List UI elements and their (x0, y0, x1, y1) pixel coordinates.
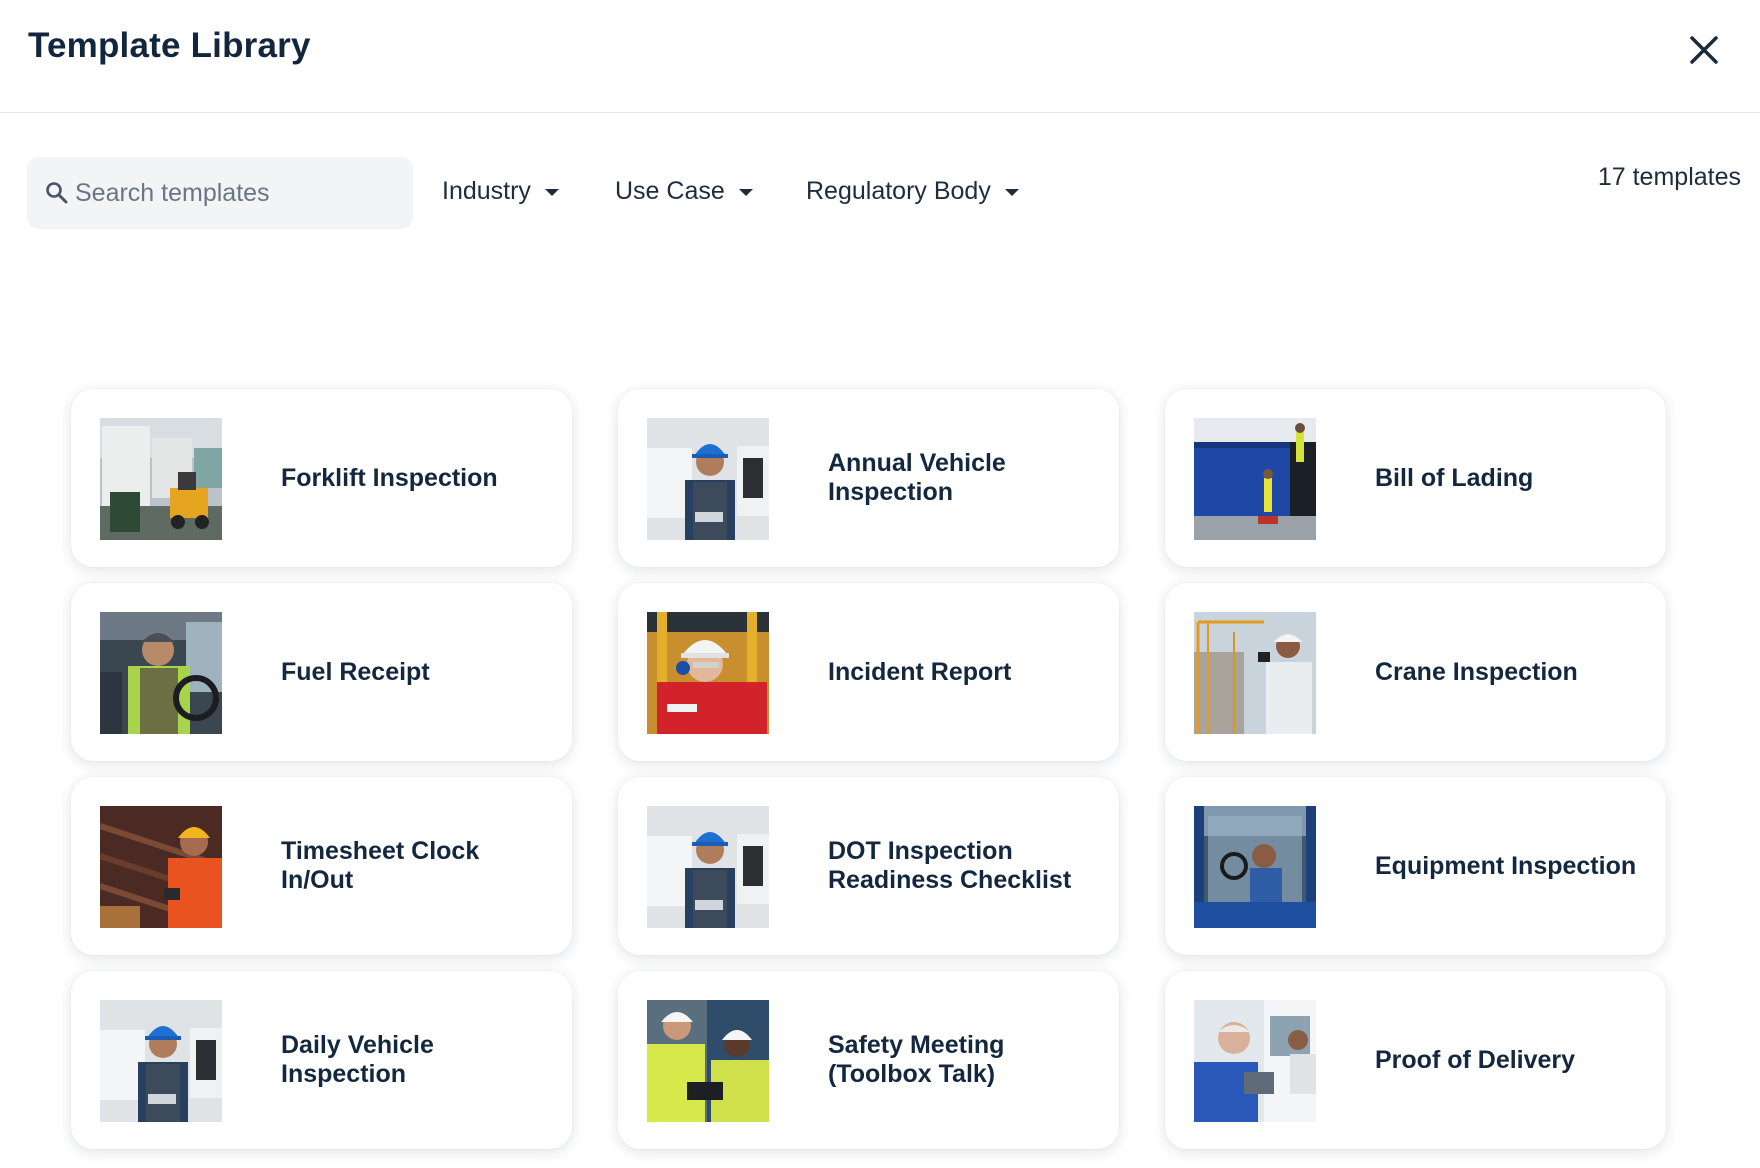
template-grid: Forklift Inspection Annual Vehicle Inspe… (0, 0, 1760, 1168)
forklift-photo (100, 418, 222, 540)
template-title: DOT Inspection Readiness Checklist (828, 837, 1072, 894)
safety-meeting-photo (647, 1000, 769, 1122)
truck-driver-photo (100, 612, 222, 734)
template-card[interactable]: Fuel Receipt (71, 583, 572, 761)
template-card[interactable]: Daily Vehicle Inspection (71, 971, 572, 1149)
worker-hardhat-tablet-photo (647, 806, 769, 928)
worker-orange-photo (100, 806, 222, 928)
template-card[interactable]: Proof of Delivery (1165, 971, 1666, 1149)
crane-site-photo (1194, 612, 1316, 734)
tractor-cab-photo (1194, 806, 1316, 928)
template-title: Fuel Receipt (281, 657, 430, 686)
template-title: Proof of Delivery (1375, 1045, 1576, 1074)
template-title: Bill of Lading (1375, 463, 1534, 492)
template-card[interactable]: DOT Inspection Readiness Checklist (618, 777, 1119, 955)
template-card[interactable]: Forklift Inspection (71, 389, 572, 567)
template-title: Crane Inspection (1375, 657, 1578, 686)
worker-red-jacket-photo (647, 612, 769, 734)
worker-hardhat-tablet-photo (100, 1000, 222, 1122)
template-title: Timesheet Clock In/Out (281, 837, 480, 894)
template-card[interactable]: Annual Vehicle Inspection (618, 389, 1119, 567)
template-title: Daily Vehicle Inspection (281, 1031, 434, 1088)
template-title: Annual Vehicle Inspection (828, 449, 1006, 506)
template-card[interactable]: Timesheet Clock In/Out (71, 777, 572, 955)
worker-hardhat-tablet-photo (647, 418, 769, 540)
template-title: Forklift Inspection (281, 463, 498, 492)
template-title: Incident Report (828, 657, 1012, 686)
template-card[interactable]: Equipment Inspection (1165, 777, 1666, 955)
template-card[interactable]: Bill of Lading (1165, 389, 1666, 567)
delivery-photo (1194, 1000, 1316, 1122)
template-title: Equipment Inspection (1375, 851, 1637, 880)
template-card[interactable]: Incident Report (618, 583, 1119, 761)
template-card[interactable]: Crane Inspection (1165, 583, 1666, 761)
template-card[interactable]: Safety Meeting (Toolbox Talk) (618, 971, 1119, 1149)
truck-loading-photo (1194, 418, 1316, 540)
template-title: Safety Meeting (Toolbox Talk) (828, 1031, 1005, 1088)
